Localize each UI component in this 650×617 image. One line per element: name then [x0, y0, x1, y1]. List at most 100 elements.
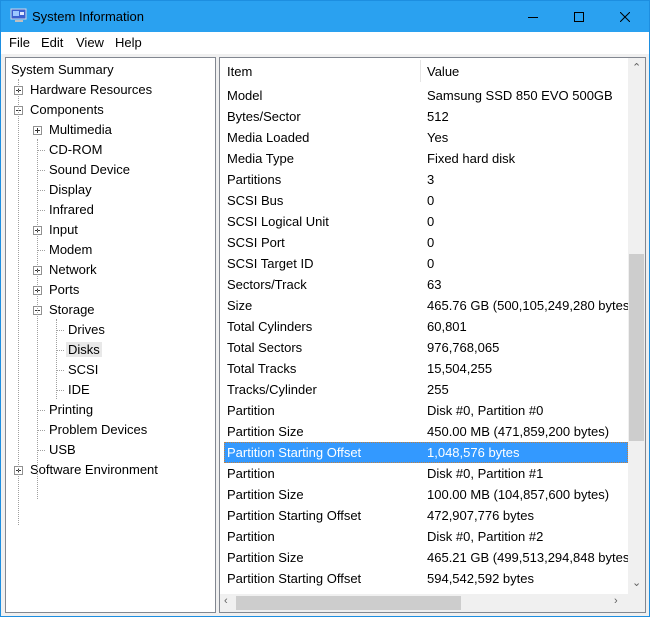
tree-item[interactable]: Modem — [47, 241, 94, 259]
table-row[interactable]: SCSI Target ID 0 — [224, 253, 628, 274]
tree-item[interactable]: CD-ROM — [47, 141, 104, 159]
table-row[interactable]: Media Loaded Yes — [224, 127, 628, 148]
table-row[interactable]: Partition Disk #0, Partition #2 — [224, 526, 628, 547]
item-cell: Tracks/Cylinder — [227, 382, 317, 397]
item-cell: Total Tracks — [227, 361, 297, 376]
menu-view[interactable]: View — [76, 35, 104, 50]
table-row[interactable]: Tracks/Cylinder 255 — [224, 379, 628, 400]
tree-connector — [37, 150, 45, 151]
tree-item[interactable]: Software Environment — [28, 461, 160, 479]
item-cell: SCSI Bus — [227, 193, 284, 208]
item-cell: Partition Size — [227, 550, 304, 565]
tree-item[interactable]: Hardware Resources — [28, 81, 154, 99]
tree-guide-line — [56, 319, 57, 399]
table-row[interactable]: Partition Size 450.00 MB (471,859,200 byt… — [224, 421, 628, 442]
table-row[interactable]: Sectors/Track 63 — [224, 274, 628, 295]
scroll-right-icon[interactable]: › — [614, 595, 618, 607]
table-row[interactable]: Bytes/Sector 512 — [224, 106, 628, 127]
table-row[interactable]: SCSI Logical Unit 0 — [224, 211, 628, 232]
scroll-left-icon[interactable]: ‹ — [224, 595, 228, 607]
tree-item[interactable]: Drives — [66, 321, 107, 339]
tree-item-label: IDE — [68, 382, 90, 397]
table-row[interactable]: Partition Starting Offset 594,542,592 byt… — [224, 568, 628, 589]
value-cell: 15,504,255 — [427, 361, 493, 376]
title-bar[interactable]: System Information — [1, 1, 649, 32]
tree-item[interactable]: Problem Devices — [47, 421, 149, 439]
vertical-scroll-thumb[interactable] — [629, 254, 644, 441]
item-cell: Total Cylinders — [227, 319, 313, 334]
horizontal-scroll-thumb[interactable] — [236, 596, 461, 610]
tree-item[interactable]: Input — [47, 221, 80, 239]
value-cell: Disk #0, Partition #1 — [427, 466, 544, 481]
tree-item[interactable]: Multimedia — [47, 121, 114, 139]
vertical-scrollbar[interactable]: ⌃ ⌄ — [628, 58, 645, 594]
column-separator[interactable] — [420, 60, 421, 82]
table-row[interactable]: Total Tracks 15,504,255 — [224, 358, 628, 379]
tree-connector — [37, 190, 45, 191]
table-row[interactable]: SCSI Bus 0 — [224, 190, 628, 211]
table-row[interactable]: Partition Disk #0, Partition #0 — [224, 400, 628, 421]
system-information-window: System Information File Edit View Help S… — [0, 0, 650, 617]
tree-item[interactable]: SCSI — [66, 361, 100, 379]
tree-item[interactable]: Sound Device — [47, 161, 132, 179]
tree-connector — [37, 450, 45, 451]
table-row[interactable]: Media Type Fixed hard disk — [224, 148, 628, 169]
value-cell: 594,542,592 bytes — [427, 571, 534, 586]
value-cell: 465.76 GB (500,105,249,280 bytes) — [427, 298, 634, 313]
category-tree[interactable]: System Summary Hardware Resources Componen… — [5, 57, 216, 613]
column-header-value[interactable]: Value — [427, 64, 459, 79]
value-cell: 0 — [427, 193, 435, 208]
menu-help[interactable]: Help — [115, 35, 142, 50]
tree-item[interactable]: IDE — [66, 381, 92, 399]
maximize-icon — [574, 11, 584, 22]
tree-item-label: Storage — [49, 302, 95, 317]
item-cell: Partition — [227, 403, 275, 418]
table-row[interactable]: Partition Size 100.00 MB (104,857,600 byt… — [224, 484, 628, 505]
value-cell: Disk #0, Partition #2 — [427, 529, 544, 544]
table-row[interactable]: Total Cylinders 60,801 — [224, 316, 628, 337]
table-row[interactable]: Partition Disk #0, Partition #1 — [224, 463, 628, 484]
item-cell: SCSI Logical Unit — [227, 214, 329, 229]
tree-connector — [37, 410, 45, 411]
minimize-button[interactable] — [510, 1, 556, 32]
tree-item[interactable]: Ports — [47, 281, 81, 299]
menu-file[interactable]: File — [9, 35, 30, 50]
tree-item[interactable]: System Summary — [9, 61, 116, 79]
tree-item[interactable]: Printing — [47, 401, 95, 419]
system-information-icon — [10, 8, 27, 22]
value-cell: 450.00 MB (471,859,200 bytes) — [427, 424, 610, 439]
tree-connector — [37, 250, 45, 251]
table-row[interactable]: Partitions 3 — [224, 169, 628, 190]
menu-edit[interactable]: Edit — [41, 35, 63, 50]
tree-item-label: Components — [30, 102, 104, 117]
horizontal-scrollbar[interactable]: ‹ › — [220, 594, 628, 612]
table-row[interactable]: Size 465.76 GB (500,105,249,280 bytes) — [224, 295, 634, 316]
close-button[interactable] — [602, 1, 648, 32]
expand-icon[interactable] — [33, 126, 42, 135]
tree-item[interactable]: Disks — [66, 341, 102, 359]
value-cell: 3 — [427, 172, 435, 187]
value-cell: 512 — [427, 109, 449, 124]
scroll-up-icon[interactable]: ⌃ — [632, 61, 641, 74]
table-row[interactable]: Model Samsung SSD 850 EVO 500GB — [224, 85, 628, 106]
tree-connector — [37, 430, 45, 431]
tree-item[interactable]: Infrared — [47, 201, 96, 219]
tree-item-label: Drives — [68, 322, 105, 337]
item-cell: Partition — [227, 529, 275, 544]
column-header-item[interactable]: Item — [227, 64, 252, 79]
tree-item[interactable]: Display — [47, 181, 94, 199]
tree-item[interactable]: Storage — [47, 301, 97, 319]
table-row[interactable]: Partition Starting Offset 1,048,576 bytes — [224, 442, 628, 463]
maximize-button[interactable] — [556, 1, 602, 32]
table-row[interactable]: Total Sectors 976,768,065 — [224, 337, 628, 358]
value-cell: 0 — [427, 235, 435, 250]
scroll-down-icon[interactable]: ⌄ — [632, 576, 641, 589]
table-row[interactable]: Partition Starting Offset 472,907,776 byt… — [224, 505, 628, 526]
details-list[interactable]: Item Value Model Samsung SSD 850 EVO 500G… — [219, 57, 646, 613]
tree-item[interactable]: USB — [47, 441, 78, 459]
table-row[interactable]: Partition Size 465.21 GB (499,513,294,848… — [224, 547, 634, 568]
tree-item[interactable]: Components — [28, 101, 106, 119]
table-row[interactable]: SCSI Port 0 — [224, 232, 628, 253]
tree-item-label: USB — [49, 442, 76, 457]
tree-item[interactable]: Network — [47, 261, 99, 279]
